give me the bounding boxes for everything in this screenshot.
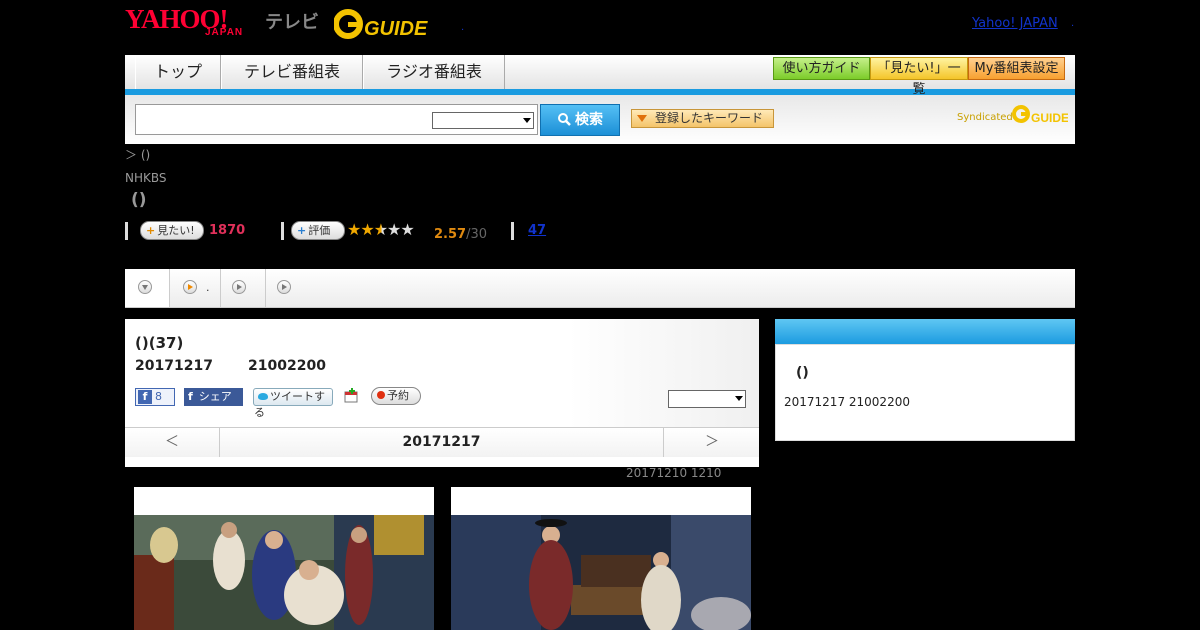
star-empty-icon: ★ bbox=[400, 220, 414, 239]
facebook-icon: f bbox=[138, 390, 152, 404]
search-category-select[interactable] bbox=[432, 112, 534, 129]
thumbnail-card[interactable] bbox=[451, 487, 751, 630]
right-panel-date: 20171217 21002200 bbox=[784, 395, 910, 409]
header-dot: . bbox=[461, 22, 465, 33]
chevron-down-icon bbox=[523, 118, 531, 123]
plus-icon: + bbox=[146, 224, 156, 237]
rate-button[interactable]: + 評価 bbox=[291, 221, 345, 240]
saved-keywords-button[interactable]: 登録したキーワード bbox=[631, 109, 774, 128]
divider bbox=[125, 222, 128, 240]
syndicated-gguide-logo: GUIDE bbox=[1012, 105, 1068, 125]
saved-keywords-label: 登録したキーワード bbox=[655, 111, 764, 125]
nav-tab-tv-guide[interactable]: テレビ番組表 bbox=[221, 55, 363, 89]
tweet-button[interactable]: ツイートする bbox=[253, 388, 333, 419]
svg-text:GUIDE: GUIDE bbox=[1031, 111, 1068, 125]
thumbnail-caption bbox=[451, 487, 751, 515]
past-episode-note: 20171210 1210 bbox=[626, 466, 722, 480]
play-icon bbox=[277, 280, 291, 294]
chevron-down-icon bbox=[138, 280, 152, 294]
tab-cast[interactable] bbox=[221, 269, 266, 307]
gguide-logo[interactable]: GUIDE bbox=[334, 8, 430, 40]
my-guide-settings-button[interactable]: My番組表設定 bbox=[968, 57, 1065, 80]
mitai-count: 1870 bbox=[209, 223, 246, 238]
thumbnail-card[interactable] bbox=[134, 487, 434, 630]
channel-name: NHKBS bbox=[125, 171, 167, 185]
header-link-dot: . bbox=[1071, 18, 1075, 29]
tv-label: テレビ bbox=[265, 12, 319, 33]
facebook-share-button[interactable]: f シェア bbox=[184, 388, 243, 406]
svg-text:GUIDE: GUIDE bbox=[364, 18, 428, 40]
yahoo-japan-sublogo: JAPAN bbox=[205, 27, 244, 38]
search-button-label: 検索 bbox=[575, 112, 603, 128]
search-icon bbox=[558, 113, 571, 126]
facebook-icon: f bbox=[188, 390, 193, 403]
rating-stars: ★★★★★ bbox=[347, 220, 415, 239]
right-panel bbox=[775, 344, 1075, 441]
play-icon bbox=[232, 280, 246, 294]
plus-icon: + bbox=[297, 224, 307, 237]
star-icon: ★ bbox=[360, 220, 374, 239]
recorder-select[interactable] bbox=[668, 390, 746, 408]
divider bbox=[511, 222, 514, 240]
program-title: () bbox=[131, 190, 147, 210]
prev-date-button[interactable]: ＜ bbox=[125, 428, 220, 458]
watchlist-button[interactable]: 「見たい!」一覧 bbox=[870, 57, 968, 97]
tab-episodes[interactable] bbox=[125, 269, 170, 307]
yahoo-japan-link[interactable]: Yahoo! JAPAN bbox=[972, 16, 1058, 31]
syndicated-label: Syndicated bbox=[957, 112, 1013, 123]
facebook-like-count: 8 bbox=[155, 390, 162, 403]
nav-tab-top[interactable]: トップ bbox=[135, 55, 221, 89]
date-nav: ＜ 20171217 ＞ bbox=[125, 427, 759, 459]
search-button[interactable]: 検索 bbox=[540, 104, 620, 136]
right-panel-header bbox=[775, 319, 1075, 344]
episode-time: 21002200 bbox=[248, 358, 326, 374]
rate-label: 評価 bbox=[308, 224, 331, 237]
next-date-button[interactable]: ＞ bbox=[663, 428, 760, 458]
right-panel-title: () bbox=[796, 365, 809, 381]
reserve-label: 予約 bbox=[387, 389, 409, 402]
nav-tab-radio-guide[interactable]: ラジオ番組表 bbox=[363, 55, 505, 89]
reviews-link[interactable]: 47 bbox=[528, 223, 546, 238]
episode-date: 20171217 bbox=[135, 358, 213, 374]
drama-scene-image bbox=[451, 515, 751, 630]
usage-guide-button[interactable]: 使い方ガイド bbox=[773, 57, 870, 80]
reserve-button[interactable]: 予約 bbox=[371, 387, 421, 405]
add-calendar-icon[interactable] bbox=[343, 388, 359, 404]
mitai-button[interactable]: + 見たい! bbox=[140, 221, 204, 240]
rating-score: 2.57/30 bbox=[434, 227, 487, 242]
episode-title: ()(37) bbox=[135, 334, 184, 352]
current-date: 20171217 bbox=[402, 434, 481, 450]
twitter-icon bbox=[258, 393, 268, 400]
divider bbox=[281, 222, 284, 240]
thumbnail-caption bbox=[134, 487, 434, 515]
content-tabs: . bbox=[125, 269, 1075, 308]
episode-panel bbox=[125, 319, 759, 427]
play-icon bbox=[183, 280, 197, 294]
tab-details[interactable]: . bbox=[170, 269, 221, 307]
star-half-icon: ★ bbox=[373, 220, 388, 239]
star-empty-icon: ★ bbox=[387, 220, 401, 239]
breadcrumb: ＞ () bbox=[125, 148, 151, 162]
triangle-down-icon bbox=[637, 115, 647, 122]
star-icon: ★ bbox=[347, 220, 361, 239]
facebook-like-button[interactable]: f8 bbox=[135, 388, 175, 406]
facebook-share-label: シェア bbox=[198, 390, 232, 403]
drama-scene-image bbox=[134, 515, 434, 630]
chevron-down-icon bbox=[735, 396, 743, 401]
record-icon bbox=[377, 391, 385, 399]
mitai-label: 見たい! bbox=[157, 224, 195, 237]
